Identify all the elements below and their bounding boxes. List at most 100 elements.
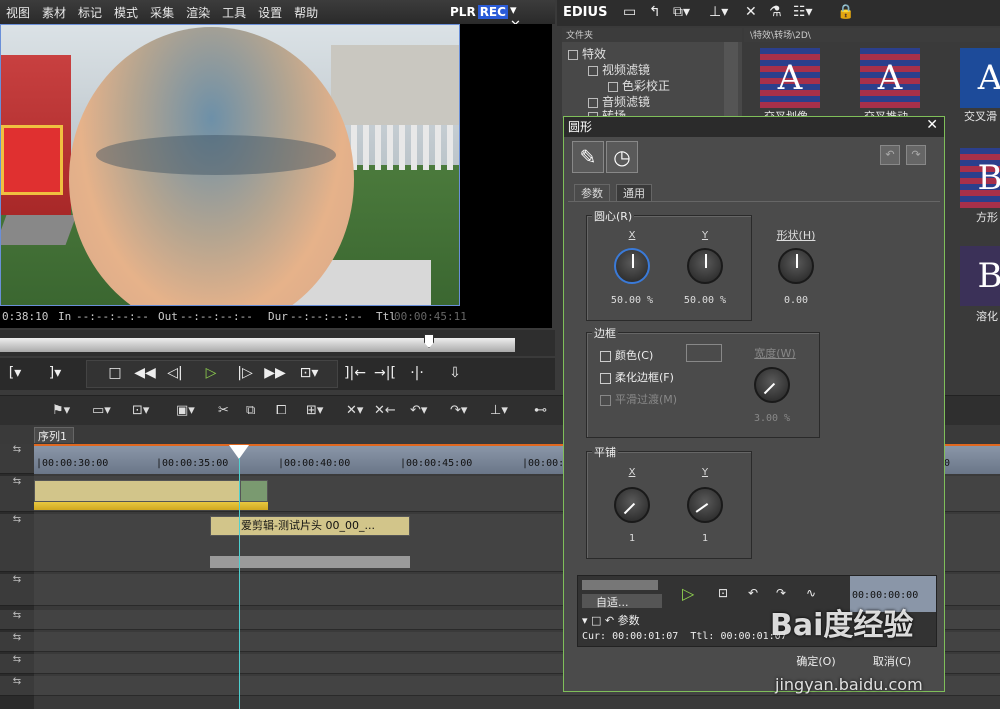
audio-clip[interactable] [210,556,410,568]
marker-icon[interactable]: ⚑▾ [52,403,70,418]
loop-icon[interactable]: ⊡ [718,586,728,600]
play-icon[interactable]: ▷ [200,362,222,384]
ok-button[interactable]: 确定(O) [786,651,846,673]
track-header-2[interactable]: ⇆ [0,514,34,572]
replace-icon[interactable]: ⊞▾ [306,403,323,418]
effect-thumb-cross-slide[interactable]: A [960,48,1000,108]
undo-icon[interactable]: ↶▾ [410,403,427,418]
insert-icon[interactable]: ]|← [344,362,366,384]
delete-icon[interactable]: ✕ [745,4,757,20]
center-y-knob[interactable] [687,248,723,284]
copy-icon[interactable]: ⧉ [246,403,255,418]
track-header-7[interactable]: ⇆ [0,676,34,696]
trim-icon[interactable]: ·|· [406,362,428,384]
menu-view[interactable]: 视图 [6,4,30,21]
play-icon[interactable]: ▷ [682,584,694,603]
palette-icon[interactable]: ✎ [572,141,604,173]
graph-icon[interactable]: ∿ [806,586,816,600]
menu-render[interactable]: 渲染 [186,4,210,21]
export-icon[interactable]: ⇩ [444,362,466,384]
view-icon[interactable]: ☷▾ [793,4,813,20]
border-color-swatch[interactable] [686,344,722,362]
track-header-5[interactable]: ⇆ [0,632,34,652]
overwrite-icon[interactable]: →|[ [374,362,396,384]
sequence-tab[interactable]: 序列1 [34,427,74,443]
up-folder-icon[interactable]: ↰ [649,4,661,20]
timeline-clip[interactable] [34,480,240,502]
close-icon[interactable]: ✕ [926,117,938,133]
delete-clip-icon[interactable]: ✕▾ [346,403,363,418]
tile-x-knob[interactable] [614,487,650,523]
layout-icon[interactable]: ⧉▾ [673,4,690,20]
menu-settings[interactable]: 设置 [258,4,282,21]
tree-scrollbar[interactable] [724,42,738,118]
tree-item-video-filters[interactable]: 视频滤镜 [588,61,650,78]
undo-icon[interactable]: ↶ [880,145,900,165]
timeline-clip[interactable]: 爱剪辑-测试片头 00_00_... [210,516,410,536]
scrub-bar[interactable] [0,330,555,356]
add-to-timeline-icon[interactable]: ⊥▾ [709,4,728,20]
smooth-checkbox[interactable]: 平滑过渡(M) [600,391,677,407]
mark-in-icon[interactable]: [▾ [4,362,26,384]
stop-icon[interactable]: □ [104,362,126,384]
effect-thumb-square[interactable]: B [960,148,1000,208]
open-icon[interactable]: ⊡▾ [132,403,149,418]
ripple-delete-icon[interactable]: ✕← [374,403,396,418]
new-sequence-icon[interactable]: ▭▾ [92,403,111,418]
save-icon[interactable]: ▣▾ [176,403,195,418]
track-header-4[interactable]: ⇆ [0,610,34,630]
color-checkbox[interactable]: 颜色(C) [600,347,653,363]
tree-item-effects[interactable]: 特效 [568,45,606,62]
menu-tools[interactable]: 工具 [222,4,246,21]
scrub-track[interactable] [0,338,515,352]
track-header-1[interactable]: ⇆ [0,476,34,512]
expand-icon[interactable] [568,49,578,60]
redo-icon[interactable]: ↷▾ [450,403,467,418]
shape-knob[interactable] [778,248,814,284]
checkbox-box[interactable] [600,372,611,384]
mark-out-icon[interactable]: ]▾ [44,362,66,384]
width-knob[interactable] [754,367,790,403]
effect-thumb-dissolve[interactable]: B [960,246,1000,306]
clip-thumbnail[interactable] [240,480,268,502]
cancel-button[interactable]: 取消(C) [862,651,922,673]
mixer-icon[interactable]: ⊷ [534,403,547,418]
center-x-knob[interactable] [614,248,650,284]
loop-icon[interactable]: ⊡▾ [298,362,320,384]
effect-thumb-cross-wipe[interactable]: A [760,48,820,108]
tab-parameters[interactable]: 参数 [574,184,610,202]
stopwatch-icon[interactable]: ◷ [606,141,638,173]
step-back-icon[interactable]: ◁| [164,362,186,384]
fast-forward-icon[interactable]: ▶▶ [264,362,286,384]
track-header-3[interactable]: ⇆ [0,574,34,606]
menu-help[interactable]: 帮助 [294,4,318,21]
param-row[interactable]: ▾ □ ↶ 参数 [582,612,640,628]
tile-y-knob[interactable] [687,487,723,523]
tree-item-color-correction[interactable]: 色彩校正 [608,77,670,94]
soft-border-checkbox[interactable]: 柔化边框(F) [600,369,674,385]
lock-icon[interactable]: 🔒 [837,4,854,20]
next-key-icon[interactable]: ↷ [776,586,786,600]
prev-key-icon[interactable]: ↶ [748,586,758,600]
expand-icon[interactable] [588,65,598,76]
fit-dropdown[interactable]: 自适... [582,594,662,609]
zoom-slider[interactable] [582,580,658,590]
paste-icon[interactable]: ⧠ [276,403,286,418]
rewind-icon[interactable]: ◀◀ [134,362,156,384]
track-header-6[interactable]: ⇆ [0,654,34,674]
effect-thumb-cross-push[interactable]: A [860,48,920,108]
properties-icon[interactable]: ⚗ [769,4,782,20]
menu-clip[interactable]: 素材 [42,4,66,21]
cut-icon[interactable]: ✂ [218,403,229,418]
track-header-ruler[interactable]: ⇆ [0,444,34,474]
transition-bar[interactable] [34,502,268,510]
menu-mode[interactable]: 模式 [114,4,138,21]
checkbox-box[interactable] [600,394,611,406]
checkbox-box[interactable] [600,350,611,362]
redo-icon[interactable]: ↷ [906,145,926,165]
step-forward-icon[interactable]: |▷ [234,362,256,384]
menu-capture[interactable]: 采集 [150,4,174,21]
menu-marker[interactable]: 标记 [78,4,102,21]
folder-icon[interactable]: ▭ [623,4,636,20]
plr-rec-toggle[interactable]: PLR REC [450,5,508,19]
